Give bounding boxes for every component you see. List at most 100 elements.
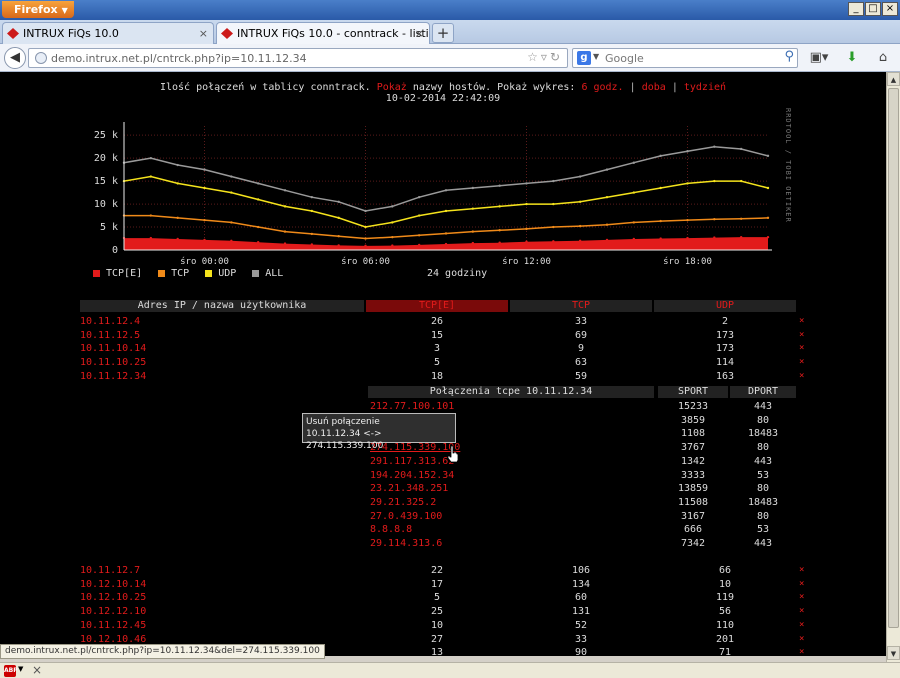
remote-ip-link[interactable]: 8.8.8.8 — [370, 523, 412, 536]
delete-host-icon[interactable]: × — [799, 564, 804, 577]
ip-link[interactable]: 10.11.10.25 — [80, 356, 146, 369]
plot-area — [124, 126, 768, 250]
ip-link[interactable]: 10.11.12.5 — [80, 329, 140, 342]
chart-week-link[interactable]: tydzień — [684, 82, 726, 93]
table-row: 10.11.12.7 22 106 66 × — [0, 564, 886, 577]
remote-ip-link[interactable]: 29.21.325.2 — [370, 496, 436, 509]
remote-ip-link[interactable]: 212.77.100.101 — [370, 400, 454, 413]
home-icon[interactable]: ⌂ — [872, 48, 894, 68]
tcpe-value: 25 — [430, 606, 444, 618]
delete-host-icon[interactable]: × — [799, 633, 804, 646]
remote-ip-link[interactable]: 29.114.313.6 — [370, 537, 442, 550]
data-point — [686, 182, 689, 185]
ip-link[interactable]: 10.11.12.34 — [80, 370, 146, 383]
delete-host-icon[interactable]: × — [799, 646, 804, 656]
chart-6h-link[interactable]: 6 godz. — [581, 82, 623, 93]
data-point — [149, 156, 153, 160]
connection-row: 291.117.313.62 1342 443 — [0, 455, 886, 468]
tcp-value: 106 — [571, 565, 591, 576]
chart-xlabel: 24 godziny — [427, 268, 488, 279]
google-icon[interactable]: g — [577, 51, 591, 65]
data-point — [632, 237, 636, 241]
close-window-button[interactable]: × — [882, 2, 898, 16]
data-point — [391, 235, 394, 239]
tab-intrux-home[interactable]: INTRUX FiQs 10.0 × — [2, 22, 214, 44]
y-tick-label: 10 k — [94, 199, 118, 210]
tcp-column-header[interactable]: TCP — [510, 300, 652, 312]
data-point — [471, 186, 475, 190]
ip-link[interactable]: 10.12.10.25 — [80, 591, 146, 604]
scroll-down-icon[interactable]: ▼ — [887, 646, 900, 660]
delete-host-icon[interactable]: × — [799, 342, 804, 355]
data-point — [256, 182, 260, 185]
search-bar[interactable]: g ▼ Google ⚲ — [572, 48, 798, 68]
tcpe-value: 10 — [430, 619, 444, 631]
chart-legend: TCP[E] TCP UDP ALL — [93, 268, 283, 279]
close-tab-icon[interactable]: × — [199, 23, 208, 44]
search-input[interactable]: Google — [605, 51, 644, 66]
tcpe-column-header[interactable]: TCP[E] — [366, 300, 508, 312]
delete-host-icon[interactable]: × — [799, 315, 804, 328]
ip-link[interactable]: 10.11.12.45 — [80, 619, 146, 632]
maximize-button[interactable]: □ — [865, 2, 881, 16]
data-point — [176, 163, 179, 167]
remote-ip-link[interactable]: 194.204.152.34 — [370, 469, 454, 482]
show-hostnames-link[interactable]: Pokaż — [377, 82, 407, 93]
scrollbar-thumb[interactable] — [888, 88, 899, 628]
url-bar[interactable]: demo.intrux.net.pl/cntrck.php?ip=10.11.1… — [28, 48, 568, 68]
chevron-down-icon[interactable]: ▼ — [593, 52, 599, 61]
close-icon[interactable]: × — [32, 663, 42, 677]
chevron-down-icon: ▼ — [61, 6, 68, 15]
chevron-down-icon[interactable]: ▼ — [18, 665, 23, 673]
data-point — [417, 243, 421, 247]
search-icon[interactable]: ⚲ — [784, 49, 794, 64]
download-icon[interactable]: ⬇ — [842, 48, 862, 68]
remote-ip-link[interactable]: 291.117.313.62 — [370, 455, 454, 468]
intrux-favicon-icon — [7, 28, 19, 39]
data-point — [364, 225, 367, 229]
delete-host-icon[interactable]: × — [799, 619, 804, 632]
table-row: 10.12.10.14 17 134 10 × — [0, 578, 886, 591]
bookmarks-menu-icon[interactable]: ▣▾ — [806, 48, 832, 68]
bookmark-star-icon[interactable]: ☆▿↻ — [527, 50, 563, 64]
ip-link[interactable]: 10.12.12.10 — [80, 605, 146, 618]
remote-ip-link[interactable]: 23.21.348.251 — [370, 482, 448, 495]
remote-ip-link[interactable]: 27.0.439.100 — [370, 510, 442, 523]
x-tick-label: śro 18:00 — [663, 256, 712, 267]
data-point — [364, 237, 367, 240]
data-point — [149, 214, 153, 217]
connection-row: 29.21.325.2 11508 18483 — [0, 496, 886, 509]
tab-conntrack[interactable]: INTRUX FiQs 10.0 - conntrack - listing i… — [216, 22, 430, 44]
new-tab-button[interactable]: + — [432, 23, 454, 43]
ip-link[interactable]: 10.11.12.4 — [80, 315, 140, 328]
adblock-icon[interactable]: ABP — [4, 665, 18, 677]
back-button[interactable]: ◀ — [4, 47, 26, 69]
tcpe-value: 5 — [433, 357, 441, 369]
data-point — [230, 239, 233, 243]
ip-link[interactable]: 10.11.10.14 — [80, 342, 146, 355]
delete-host-icon[interactable]: × — [799, 329, 804, 342]
delete-host-icon[interactable]: × — [799, 605, 804, 618]
udp-column-header[interactable]: UDP — [654, 300, 796, 312]
tcp-value: 134 — [571, 578, 591, 590]
firefox-menu-button[interactable]: Firefox ▼ — [2, 1, 74, 18]
delete-host-icon[interactable]: × — [799, 356, 804, 369]
table-row: 10.12.12.10 25 131 56 × — [0, 605, 886, 618]
delete-host-icon[interactable]: × — [799, 591, 804, 604]
sport-column-header: SPORT — [658, 386, 728, 398]
chart-day-link[interactable]: doba — [642, 82, 666, 93]
hand-cursor-icon — [447, 445, 459, 463]
minimize-button[interactable]: _ — [848, 2, 864, 16]
close-tab-icon[interactable]: × — [415, 23, 424, 44]
udp-value: 173 — [715, 343, 735, 355]
ip-link[interactable]: 10.12.10.14 — [80, 578, 146, 591]
vertical-scrollbar[interactable]: ▲ ▼ — [886, 72, 900, 662]
legend-label: TCP[E] — [106, 268, 143, 279]
connections-chart: 0 5 k 10 k 15 k 20 k 25 k śro 00:00 śro 06:00 śr… — [94, 122, 772, 267]
ip-link[interactable]: 10.11.12.7 — [80, 564, 140, 577]
tcpe-value: 13 — [430, 647, 444, 656]
delete-host-icon[interactable]: × — [799, 578, 804, 591]
scroll-up-icon[interactable]: ▲ — [887, 72, 900, 86]
delete-host-icon[interactable]: × — [799, 370, 804, 383]
dport-value: 443 — [753, 401, 773, 412]
